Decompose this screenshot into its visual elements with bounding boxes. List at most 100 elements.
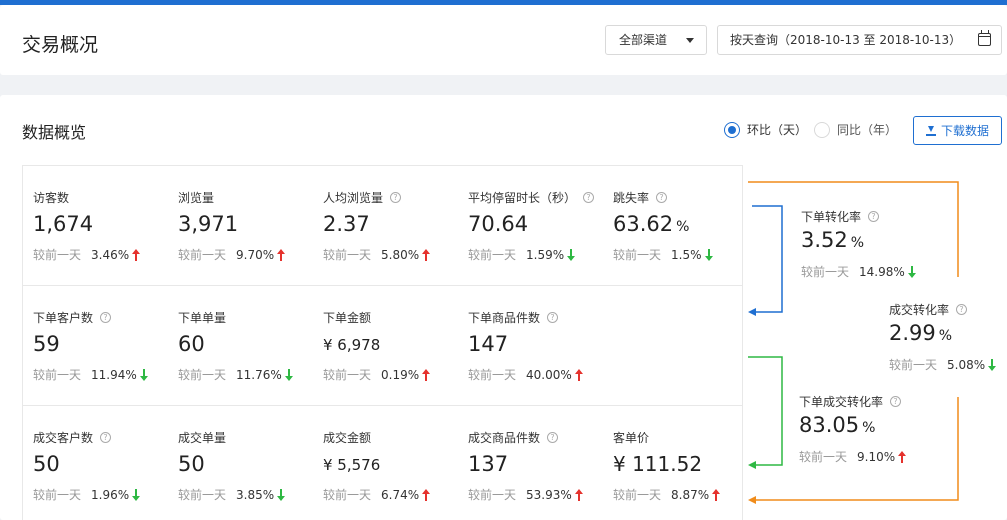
radio-year-label: 同比（年）: [837, 123, 898, 137]
arrow-down-icon: [704, 248, 713, 261]
metric-value: ¥ 111.52: [613, 452, 702, 476]
metric-label: 成交单量: [178, 429, 226, 446]
help-icon[interactable]: ?: [956, 304, 968, 315]
metric-avg-stay: 平均停留时长（秒）? 70.64 较前一天 1.59%: [458, 166, 603, 286]
metric-compare: 较前一天 1.59%: [468, 246, 576, 263]
metric-value: 83.05%: [799, 413, 875, 437]
help-icon[interactable]: ?: [868, 211, 880, 222]
metric-value-text: 147: [468, 332, 509, 356]
help-icon[interactable]: ?: [547, 432, 559, 443]
metric-label-text: 跳失率: [613, 191, 650, 205]
metric-compare: 较前一天 14.98%: [801, 263, 916, 280]
download-icon: [925, 125, 936, 136]
compare-percent: 5.08%: [947, 357, 986, 372]
metric-compare: 较前一天 0.19%: [323, 366, 431, 383]
metric-value-text: 2.99: [889, 321, 936, 345]
radio-year-compare[interactable]: 同比（年）: [814, 121, 897, 138]
help-icon[interactable]: ?: [100, 312, 112, 323]
metric-value: ¥ 6,978: [323, 336, 380, 354]
metric-label-text: 下单单量: [178, 311, 227, 325]
radio-day-compare[interactable]: 环比（天）: [724, 121, 807, 138]
green-connector: [748, 356, 783, 466]
metric-label-text: 平均停留时长（秒）: [468, 191, 577, 205]
metric-label-text: 浏览量: [178, 191, 215, 205]
arrow-down-icon: [988, 358, 997, 371]
metric-compare: 较前一天 5.80%: [323, 246, 431, 263]
metric-value: 2.99%: [889, 321, 952, 345]
metric-value-text: ¥ 5,576: [323, 456, 381, 474]
compare-prefix: 较前一天: [801, 265, 850, 279]
metric-label: 下单金额: [323, 309, 371, 326]
compare-percent: 11.94%: [91, 367, 137, 382]
metric-label: 下单单量: [178, 309, 226, 326]
compare-prefix: 较前一天: [468, 248, 517, 262]
download-label: 下载数据: [940, 124, 989, 138]
compare-percent: 1.5%: [671, 247, 702, 262]
overview-card: 数据概览 环比（天） 同比（年） 下载数据 访客数 1,674 较前一天 3.46% …: [0, 95, 1007, 520]
metric-label-text: 成交金额: [323, 431, 372, 445]
metric-value: 50: [33, 452, 60, 476]
compare-prefix: 较前一天: [799, 450, 848, 464]
metric-compare: 较前一天 53.93%: [468, 486, 583, 503]
help-icon[interactable]: ?: [547, 312, 559, 323]
help-icon[interactable]: ?: [390, 192, 402, 203]
metric-deal-amount: 成交金额 ¥ 5,576 较前一天 6.74%: [313, 406, 458, 520]
help-icon[interactable]: ?: [890, 396, 902, 407]
metric-value: 59: [33, 332, 60, 356]
metric-value: 3,971: [178, 212, 238, 236]
compare-percent: 9.10%: [857, 449, 896, 464]
metric-value-text: ¥ 6,978: [323, 336, 381, 354]
compare-prefix: 较前一天: [178, 248, 227, 262]
arrow-down-icon: [277, 488, 286, 501]
metric-label: 跳失率?: [613, 189, 668, 206]
date-range-picker[interactable]: 按天查询（2018-10-13 至 2018-10-13）: [717, 25, 1002, 55]
arrow-up-icon: [712, 488, 721, 501]
arrow-down-icon: [132, 488, 141, 501]
compare-percent: 5.80%: [381, 247, 420, 262]
green-arrowhead: [748, 461, 756, 469]
metric-compare: 较前一天 9.70%: [178, 246, 286, 263]
metric-value-text: 137: [468, 452, 509, 476]
arrow-up-icon: [574, 488, 583, 501]
metric-order-amount: 下单金额 ¥ 6,978 较前一天 0.19%: [313, 286, 458, 406]
metric-label: 下单客户数?: [33, 309, 112, 326]
metric-value-text: 63.62: [613, 212, 674, 236]
compare-percent: 3.46%: [91, 247, 130, 262]
funnel-order-conversion: 下单转化率? 3.52% 较前一天 14.98%: [801, 208, 961, 288]
metric-compare: 较前一天 1.5%: [613, 246, 713, 263]
metric-value: 137: [468, 452, 508, 476]
compare-percent: 0.19%: [381, 367, 420, 382]
compare-prefix: 较前一天: [33, 248, 82, 262]
metric-label-text: 下单商品件数: [468, 311, 541, 325]
metric-label-text: 下单转化率: [801, 210, 862, 224]
radio-selected-icon: [724, 121, 740, 138]
metric-order-customers: 下单客户数? 59 较前一天 11.94%: [23, 286, 168, 406]
arrow-up-icon: [132, 248, 141, 261]
metric-label: 成交商品件数?: [468, 429, 559, 446]
arrow-up-icon: [898, 450, 907, 463]
metric-value: 147: [468, 332, 508, 356]
arrow-down-icon: [139, 368, 148, 381]
help-icon[interactable]: ?: [656, 192, 668, 203]
download-button[interactable]: 下载数据: [913, 116, 1002, 145]
help-icon[interactable]: ?: [100, 432, 112, 443]
help-icon[interactable]: ?: [583, 192, 595, 203]
arrow-down-icon: [284, 368, 293, 381]
metric-order-count: 下单单量 60 较前一天 11.76%: [168, 286, 313, 406]
metric-compare: 较前一天 6.74%: [323, 486, 431, 503]
metric-value: 63.62%: [613, 212, 689, 236]
metric-pageviews: 浏览量 3,971 较前一天 9.70%: [168, 166, 313, 286]
metric-deal-items: 成交商品件数? 137 较前一天 53.93%: [458, 406, 603, 520]
compare-prefix: 较前一天: [323, 248, 372, 262]
metric-compare: 较前一天 1.96%: [33, 486, 141, 503]
metrics-row-traffic: 访客数 1,674 较前一天 3.46% 浏览量 3,971 较前一天 9.70% 人均浏览…: [23, 166, 742, 286]
metric-compare: 较前一天 40.00%: [468, 366, 583, 383]
compare-prefix: 较前一天: [613, 488, 662, 502]
caret-down-icon: [686, 38, 694, 43]
funnel-deal-conversion: 成交转化率? 2.99% 较前一天 5.08%: [889, 301, 1007, 381]
metric-label: 下单商品件数?: [468, 309, 559, 326]
compare-percent: 9.70%: [236, 247, 275, 262]
channel-select[interactable]: 全部渠道: [605, 25, 707, 55]
metric-label: 下单成交转化率?: [799, 393, 902, 410]
calendar-icon: [978, 30, 991, 46]
